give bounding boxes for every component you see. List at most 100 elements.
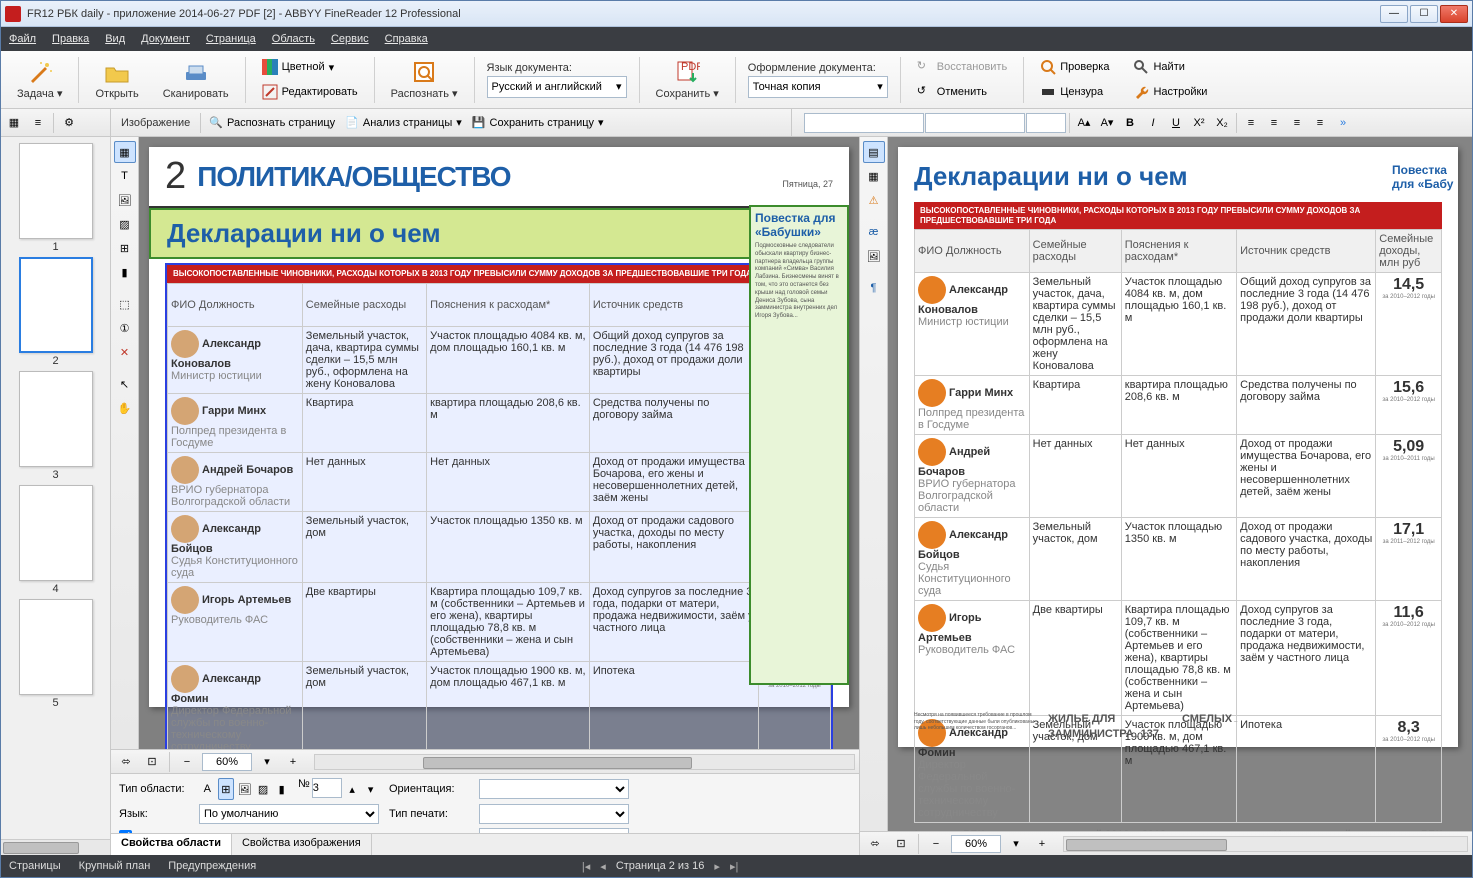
tab-area-props[interactable]: Свойства области: [111, 834, 232, 855]
save-button[interactable]: PDF Сохранить ▾: [646, 54, 729, 106]
thumbnail-1[interactable]: 1: [17, 143, 95, 253]
find-button[interactable]: Найти: [1129, 56, 1211, 78]
doc-lang-select[interactable]: Русский и английский▾: [487, 76, 627, 98]
italic-button[interactable]: I: [1142, 112, 1164, 134]
area-num-down[interactable]: ▾: [362, 778, 379, 800]
zoom-dd-right[interactable]: ▾: [1005, 833, 1027, 855]
save-page-button[interactable]: 💾Сохранить страницу ▾: [468, 116, 608, 129]
font-grow[interactable]: A▴: [1073, 112, 1095, 134]
area-num-up[interactable]: ▴: [344, 778, 361, 800]
thumb-view2[interactable]: ≡: [27, 112, 49, 134]
text-canvas[interactable]: Декларации ни о чем ВЫСОКОПОСТАВЛЕННЫЕ Ч…: [888, 137, 1472, 831]
align-right[interactable]: ≡: [1286, 112, 1308, 134]
tool-order[interactable]: ①: [114, 317, 136, 339]
image-hscroll[interactable]: [314, 754, 855, 770]
ttool-img[interactable]: 🖼: [863, 245, 885, 267]
bold-button[interactable]: B: [1119, 112, 1141, 134]
areatype-text[interactable]: A: [199, 778, 216, 800]
tool-barcode[interactable]: ▮: [114, 261, 136, 283]
text-hscroll[interactable]: [1063, 836, 1468, 852]
tool-arrow[interactable]: ↖: [114, 373, 136, 395]
align-justify[interactable]: ≡: [1309, 112, 1331, 134]
fit-width[interactable]: ⬄: [115, 751, 137, 773]
open-button[interactable]: Открыть: [85, 54, 148, 106]
areatype-image[interactable]: 🖼: [236, 778, 253, 800]
tool-table-area[interactable]: ⊞: [114, 237, 136, 259]
image-canvas[interactable]: 2 ПОЛИТИКА/ОБЩЕСТВО Пятница, 27 Декларац…: [139, 137, 859, 749]
scan-button[interactable]: Сканировать: [153, 54, 239, 106]
page-prev[interactable]: ◂: [600, 860, 606, 873]
thumbnail-2[interactable]: 2: [17, 257, 95, 367]
thumb-view1[interactable]: ▦: [3, 112, 25, 134]
orientation-select[interactable]: [479, 779, 629, 799]
censor-button[interactable]: Цензура: [1036, 81, 1113, 103]
page-next[interactable]: ▸: [714, 860, 720, 873]
tab-image-props[interactable]: Свойства изображения: [232, 834, 372, 855]
print-type-select[interactable]: [479, 804, 629, 824]
thumbnail-3[interactable]: 3: [17, 371, 95, 481]
layout-select[interactable]: Точная копия▾: [748, 76, 888, 98]
color-mode-button[interactable]: Цветной ▾: [258, 56, 362, 78]
page-first[interactable]: |◂: [582, 860, 590, 873]
thumbnail-5[interactable]: 5: [17, 599, 95, 709]
table-area[interactable]: ВЫСОКОПОСТАВЛЕННЫЕ ЧИНОВНИКИ, РАСХОДЫ КО…: [165, 263, 833, 749]
page-last[interactable]: ▸|: [730, 860, 738, 873]
size-select[interactable]: [1026, 113, 1066, 133]
align-center[interactable]: ≡: [1263, 112, 1285, 134]
tool-bg-area[interactable]: ▨: [114, 213, 136, 235]
minimize-button[interactable]: —: [1380, 5, 1408, 23]
settings-button[interactable]: Настройки: [1129, 81, 1211, 103]
subscript-button[interactable]: X₂: [1211, 112, 1233, 134]
rfit-width[interactable]: ⬄: [864, 833, 886, 855]
style-select[interactable]: [804, 113, 924, 133]
menu-view[interactable]: Вид: [105, 33, 125, 45]
superscript-button[interactable]: X²: [1188, 112, 1210, 134]
zoom-out-right[interactable]: −: [925, 833, 947, 855]
areatype-bg[interactable]: ▨: [255, 778, 272, 800]
ttool-para[interactable]: ¶: [863, 277, 885, 299]
analyze-page-button[interactable]: 📄Анализ страницы ▾: [341, 116, 466, 129]
headline-area[interactable]: Декларации ни о чем: [149, 208, 849, 259]
areatype-table[interactable]: ⊞: [218, 778, 235, 800]
area-lang-select[interactable]: По умолчанию: [199, 804, 379, 824]
zoom-input-right[interactable]: [951, 835, 1001, 853]
more-button[interactable]: »: [1332, 112, 1354, 134]
tool-image-area[interactable]: 🖼: [114, 189, 136, 211]
status-pages[interactable]: Страницы: [9, 860, 61, 872]
area-number[interactable]: [312, 778, 342, 798]
recognize-button[interactable]: Распознать ▾: [381, 54, 468, 106]
zoom-input-left[interactable]: [202, 753, 252, 771]
status-warnings[interactable]: Предупреждения: [168, 860, 256, 872]
align-left[interactable]: ≡: [1240, 112, 1262, 134]
tool-delete[interactable]: ✕: [114, 341, 136, 363]
ttool-1[interactable]: ▤: [863, 141, 885, 163]
fit-page[interactable]: ⊡: [141, 751, 163, 773]
task-button[interactable]: Задача ▾: [7, 54, 72, 106]
zoom-in-right[interactable]: +: [1031, 833, 1053, 855]
font-shrink[interactable]: A▾: [1096, 112, 1118, 134]
underline-button[interactable]: U: [1165, 112, 1187, 134]
tool-hand[interactable]: ✋: [114, 397, 136, 419]
font-select[interactable]: [925, 113, 1025, 133]
zoom-in-left[interactable]: +: [282, 751, 304, 773]
status-closeup[interactable]: Крупный план: [79, 860, 151, 872]
undo-button[interactable]: ↺Отменить: [913, 81, 1011, 103]
maximize-button[interactable]: ☐: [1410, 5, 1438, 23]
edit-image-button[interactable]: Редактировать: [258, 81, 362, 103]
areatype-barcode[interactable]: ▮: [273, 778, 290, 800]
rfit-page[interactable]: ⊡: [890, 833, 912, 855]
menu-file[interactable]: Файл: [9, 33, 36, 45]
menu-page[interactable]: Страница: [206, 33, 256, 45]
restore-button[interactable]: ↻Восстановить: [913, 56, 1011, 78]
thumb-hscroll[interactable]: [1, 839, 110, 855]
tool-select-all[interactable]: ⬚: [114, 293, 136, 315]
menu-document[interactable]: Документ: [141, 33, 190, 45]
zoom-out-left[interactable]: −: [176, 751, 198, 773]
close-button[interactable]: ✕: [1440, 5, 1468, 23]
zoom-dd-left[interactable]: ▾: [256, 751, 278, 773]
menu-tools[interactable]: Сервис: [331, 33, 369, 45]
thumb-props[interactable]: ⚙: [58, 112, 80, 134]
menu-area[interactable]: Область: [272, 33, 315, 45]
ttool-2[interactable]: ▦: [863, 165, 885, 187]
ttool-lowconf[interactable]: ⚠: [863, 189, 885, 211]
